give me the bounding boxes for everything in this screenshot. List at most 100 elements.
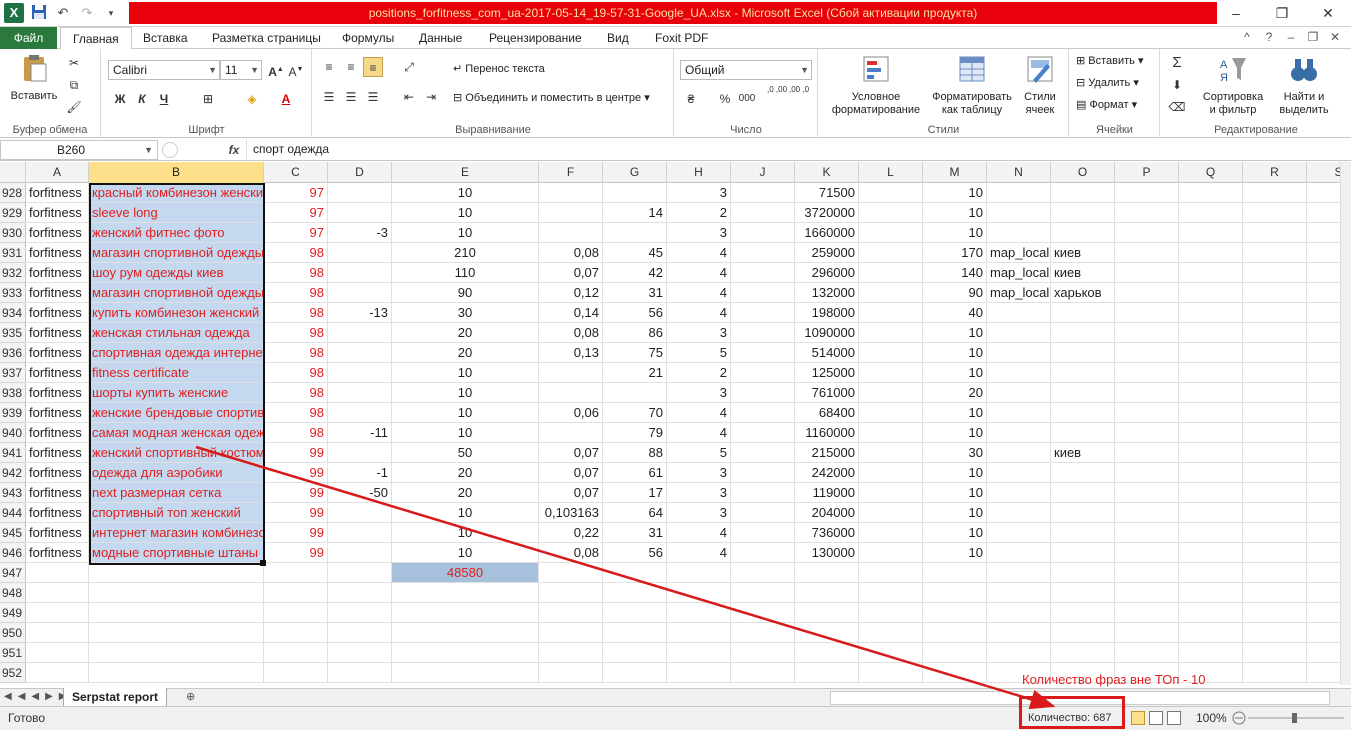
customize-qat-icon[interactable]: ▾ — [102, 4, 120, 22]
cell-s[interactable] — [1307, 663, 1340, 683]
find-select-button[interactable]: Найти и выделить — [1271, 54, 1337, 117]
cell-r[interactable] — [1243, 303, 1307, 323]
row-header[interactable]: 933 — [0, 283, 26, 303]
cell-g[interactable]: 64 — [603, 503, 667, 523]
cell-m[interactable]: 10 — [923, 503, 987, 523]
italic-button[interactable]: К — [132, 89, 152, 109]
cell-n[interactable] — [987, 623, 1051, 643]
cell-m[interactable]: 10 — [923, 523, 987, 543]
cell-p[interactable] — [1115, 223, 1179, 243]
cell-b[interactable]: шоу рум одежды киев — [89, 263, 264, 283]
cell-d[interactable] — [328, 363, 392, 383]
cell-f[interactable] — [539, 663, 603, 683]
cell-q[interactable] — [1179, 503, 1243, 523]
excel-app-icon[interactable]: X — [4, 3, 24, 23]
cell-k[interactable]: 1660000 — [795, 223, 859, 243]
tab-view[interactable]: Вид — [607, 27, 629, 49]
cell-a[interactable]: forfitness — [26, 203, 89, 223]
row-header[interactable]: 938 — [0, 383, 26, 403]
column-header[interactable]: S — [1307, 162, 1340, 183]
cell-q[interactable] — [1179, 363, 1243, 383]
cell-l[interactable] — [859, 463, 923, 483]
conditional-formatting-button[interactable]: Условное форматирование — [823, 54, 929, 117]
cell-d[interactable] — [328, 183, 392, 203]
cell-o[interactable] — [1051, 343, 1115, 363]
cell-m[interactable]: 40 — [923, 303, 987, 323]
cell-p[interactable] — [1115, 343, 1179, 363]
cell-a[interactable] — [26, 663, 89, 683]
cell-o[interactable] — [1051, 183, 1115, 203]
cell-f[interactable] — [539, 623, 603, 643]
cell-l[interactable] — [859, 643, 923, 663]
cell-r[interactable] — [1243, 463, 1307, 483]
cell-h[interactable]: 4 — [667, 403, 731, 423]
cell-q[interactable] — [1179, 543, 1243, 563]
cell-a[interactable] — [26, 623, 89, 643]
cell-m[interactable]: 20 — [923, 383, 987, 403]
cell-g[interactable]: 21 — [603, 363, 667, 383]
cell-f[interactable] — [539, 603, 603, 623]
cell-f[interactable]: 0,07 — [539, 483, 603, 503]
cell-l[interactable] — [859, 243, 923, 263]
cell-c[interactable]: 99 — [264, 543, 328, 563]
cell-j[interactable] — [731, 223, 795, 243]
cell-c[interactable] — [264, 663, 328, 683]
cell-s[interactable] — [1307, 563, 1340, 583]
cell-k[interactable]: 514000 — [795, 343, 859, 363]
cell-q[interactable] — [1179, 403, 1243, 423]
cell-o[interactable] — [1051, 223, 1115, 243]
cell-a[interactable]: forfitness — [26, 243, 89, 263]
cell-s[interactable] — [1307, 303, 1340, 323]
cell-a[interactable]: forfitness — [26, 223, 89, 243]
cell-m[interactable]: 10 — [923, 323, 987, 343]
cell-p[interactable] — [1115, 183, 1179, 203]
cell-e[interactable]: 10 — [392, 383, 539, 403]
cell-p[interactable] — [1115, 643, 1179, 663]
redo-icon[interactable]: ↷ — [78, 4, 96, 22]
cell-s[interactable] — [1307, 283, 1340, 303]
cell-c[interactable]: 99 — [264, 443, 328, 463]
font-name-select[interactable]: Calibri ▼ — [108, 60, 220, 80]
bold-button[interactable]: Ж — [110, 89, 130, 109]
cell-f[interactable]: 0,06 — [539, 403, 603, 423]
insert-cells-button[interactable]: ⊞ Вставить ▾ — [1076, 55, 1144, 68]
cell-a[interactable]: forfitness — [26, 503, 89, 523]
tab-home[interactable]: Главная — [60, 27, 132, 50]
cell-g[interactable]: 31 — [603, 523, 667, 543]
align-bottom-icon[interactable]: ≡ — [363, 57, 383, 77]
column-header[interactable]: J — [731, 162, 795, 183]
cell-c[interactable]: 99 — [264, 523, 328, 543]
cell-d[interactable] — [328, 403, 392, 423]
cell-h[interactable]: 5 — [667, 443, 731, 463]
cell-e[interactable]: 48580 — [392, 563, 539, 583]
cell-n[interactable] — [987, 223, 1051, 243]
cell-k[interactable]: 296000 — [795, 263, 859, 283]
cell-j[interactable] — [731, 583, 795, 603]
cell-c[interactable] — [264, 583, 328, 603]
format-painter-icon[interactable]: 🖌 — [64, 97, 84, 117]
cell-a[interactable]: forfitness — [26, 483, 89, 503]
cell-l[interactable] — [859, 583, 923, 603]
cell-j[interactable] — [731, 243, 795, 263]
cell-b[interactable]: модные спортивные штаны — [89, 543, 264, 563]
cell-j[interactable] — [731, 303, 795, 323]
cell-c[interactable] — [264, 643, 328, 663]
column-header[interactable]: L — [859, 162, 923, 183]
cell-q[interactable] — [1179, 383, 1243, 403]
cell-j[interactable] — [731, 543, 795, 563]
tab-file[interactable]: Файл — [0, 27, 57, 49]
cell-c[interactable]: 98 — [264, 423, 328, 443]
cell-p[interactable] — [1115, 523, 1179, 543]
shrink-font-icon[interactable]: A▼ — [286, 60, 306, 80]
worksheet-grid[interactable]: A B C D E F G H J K L M N O P Q R S 928 f… — [0, 162, 1340, 685]
cell-r[interactable] — [1243, 483, 1307, 503]
cell-d[interactable] — [328, 323, 392, 343]
cell-n[interactable] — [987, 643, 1051, 663]
cell-d[interactable] — [328, 503, 392, 523]
cell-l[interactable] — [859, 623, 923, 643]
cell-j[interactable] — [731, 603, 795, 623]
cell-h[interactable] — [667, 663, 731, 683]
cell-c[interactable]: 98 — [264, 263, 328, 283]
cell-n[interactable] — [987, 523, 1051, 543]
percent-button[interactable]: % — [715, 89, 735, 109]
